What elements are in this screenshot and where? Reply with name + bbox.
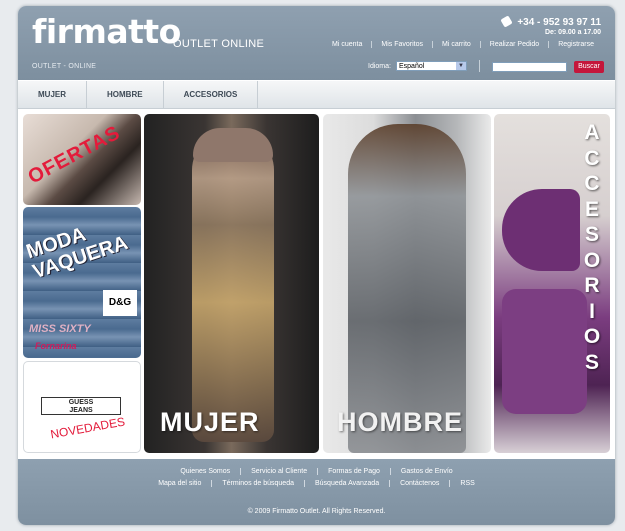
nav-item-mujer[interactable]: MUJER	[18, 81, 88, 108]
search-input[interactable]	[492, 62, 567, 72]
miss-sixty-logo: MISS SIXTY	[29, 323, 91, 335]
page: firmatto OUTLET ONLINE OUTLET - ONLINE +…	[18, 6, 615, 525]
chevron-down-icon[interactable]: ▼	[456, 62, 466, 70]
nav-item-hombre[interactable]: HOMBRE	[87, 81, 164, 108]
accesorios-letter: A	[584, 121, 600, 144]
banner-novedades-label: NOVEDADES	[49, 414, 127, 442]
nav-item-accesorios[interactable]: ACCESORIOS	[164, 81, 259, 108]
accesorios-letter: C	[584, 172, 600, 195]
account-links: Mi cuenta Mis Favoritos Mi carrito Reali…	[323, 41, 603, 48]
accesorios-letter: O	[583, 325, 601, 348]
footer-link-busqueda-avanzada[interactable]: Búsqueda Avanzada	[304, 480, 389, 487]
accesorios-letter: I	[589, 299, 595, 323]
banner-vaquera-label: MODA VAQUERA	[24, 213, 131, 283]
language-select[interactable]: Español ▼	[396, 61, 467, 71]
language-label: Idioma:	[368, 63, 391, 70]
guess-line1: GUESS	[68, 399, 94, 406]
footer-link-rss[interactable]: RSS	[449, 480, 484, 487]
banner-ofertas[interactable]: OFERTAS	[23, 114, 141, 205]
accesorios-letter: O	[583, 248, 601, 272]
link-mi-carrito[interactable]: Mi carrito	[432, 41, 480, 48]
link-mis-favoritos[interactable]: Mis Favoritos	[371, 41, 432, 48]
footer-link-gastos-envio[interactable]: Gastos de Envío	[389, 468, 463, 475]
accesorios-letter: R	[584, 274, 600, 297]
shoe-image	[502, 189, 580, 271]
accesorios-letter: S	[584, 223, 599, 246]
logo-subtitle: OUTLET ONLINE	[173, 38, 265, 50]
banner-hombre-label: HOMBRE	[337, 407, 463, 437]
footer-link-formas-pago[interactable]: Formas de Pago	[317, 468, 390, 475]
accesorios-letter: S	[584, 350, 599, 374]
header-divider	[479, 60, 480, 72]
footer-link-mapa-sitio[interactable]: Mapa del sitio	[148, 480, 211, 487]
accesorios-letter: E	[584, 197, 599, 221]
footer-link-contactenos[interactable]: Contáctenos	[389, 480, 449, 487]
phone-text: +34 - 952 93 97 11	[517, 17, 601, 28]
banner-novedades[interactable]: GUESS JEANS NOVEDADES	[23, 361, 141, 453]
search-button[interactable]: Buscar	[574, 61, 604, 73]
footer-links-row1: Quienes Somos Servicio al Cliente Formas…	[18, 468, 615, 475]
footer-links-row2: Mapa del sitio Términos de búsqueda Búsq…	[18, 480, 615, 487]
banner-moda-vaquera[interactable]: MODA VAQUERA D&G MISS SIXTY Fornarina	[23, 207, 141, 358]
tagline: OUTLET - ONLINE	[32, 63, 97, 70]
guess-line2: JEANS	[69, 407, 93, 414]
main-nav: MUJER HOMBRE ACCESORIOS	[18, 80, 615, 109]
footer-link-terminos-busqueda[interactable]: Términos de búsqueda	[211, 480, 304, 487]
model-man-image	[348, 124, 466, 453]
footer-link-servicio-cliente[interactable]: Servicio al Cliente	[240, 468, 317, 475]
site-logo[interactable]: firmatto	[32, 12, 181, 51]
model-woman-image	[192, 132, 274, 442]
phone-number: +34 - 952 93 97 11	[500, 15, 601, 28]
fornarina-logo: Fornarina	[35, 341, 77, 351]
link-realizar-pedido[interactable]: Realizar Pedido	[479, 41, 548, 48]
guess-jeans-logo: GUESS JEANS	[41, 397, 121, 415]
link-mi-cuenta[interactable]: Mi cuenta	[323, 41, 371, 48]
banner-accesorios[interactable]: A C C E S O R I O S	[494, 114, 610, 453]
banner-ofertas-label: OFERTAS	[24, 121, 125, 189]
site-header: firmatto OUTLET ONLINE OUTLET - ONLINE +…	[18, 6, 615, 80]
phone-icon	[500, 15, 513, 28]
link-registrarse[interactable]: Registrarse	[548, 41, 603, 48]
handbag-image	[502, 289, 587, 414]
site-footer: Quienes Somos Servicio al Cliente Formas…	[18, 459, 615, 525]
copyright: © 2009 Firmatto Outlet. All Rights Reser…	[247, 508, 386, 515]
banner-hombre[interactable]: HOMBRE	[323, 114, 491, 453]
banner-mujer-label: MUJER	[160, 407, 260, 437]
banner-mujer[interactable]: MUJER	[144, 114, 319, 453]
language-value: Español	[399, 63, 425, 70]
dg-logo: D&G	[103, 290, 137, 316]
accesorios-letter: C	[584, 146, 600, 170]
banner-accesorios-label: A C C E S O R I O S	[582, 120, 602, 375]
opening-hours: De: 09.00 a 17.00	[544, 29, 601, 36]
hat-image	[193, 128, 273, 162]
footer-link-quienes-somos[interactable]: Quienes Somos	[170, 468, 240, 475]
